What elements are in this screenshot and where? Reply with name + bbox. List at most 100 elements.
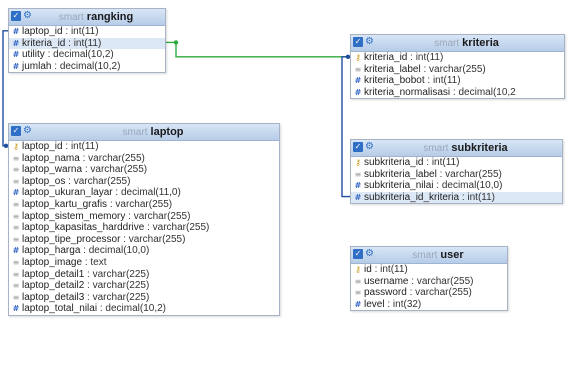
field-type: varchar(255) [73,175,131,187]
table-rangking[interactable]: ✓ ⚙ smart rangking # laptop_id : int(11) # kri… [8,8,166,74]
text-icon: ≡ [354,276,362,286]
field-row[interactable]: # subkriteria_id_kriteria : int(11) [351,191,562,204]
field-name: subkriteria_id_kriteria [364,191,460,203]
num-icon: # [354,192,362,202]
table-header[interactable]: ✓ ⚙ smart user [351,247,507,264]
num-icon: # [12,304,20,314]
num-icon: # [12,61,20,71]
field-type: varchar(255) [133,210,191,222]
table-header[interactable]: ✓ ⚙ smart rangking [9,9,165,26]
table-subkriteria[interactable]: ✓ ⚙ smart subkriteria ⚷ subkriteria_id : int… [350,139,563,205]
field-name: laptop_nama [22,152,80,164]
field-name: laptop_os [22,175,66,187]
database-name: smart [58,12,84,23]
field-row[interactable]: ⚷ id : int(11) [351,264,507,276]
relation-endpoint [173,40,179,45]
field-row[interactable]: ≡ laptop_nama : varchar(255) [9,153,279,165]
field-row[interactable]: ⚷ subkriteria_id : int(11) [351,157,562,169]
field-type: varchar(255) [445,168,502,180]
field-type-sep: : [433,180,442,192]
field-type: varchar(225) [92,268,150,280]
field-name: kriteria_normalisasi [364,86,451,98]
text-icon: ≡ [12,281,20,291]
field-row[interactable]: ≡ laptop_sistem_memory : varchar(255) [9,211,279,223]
field-type-sep: : [120,233,129,245]
field-row[interactable]: # jumlah : decimal(10,2) [9,61,165,73]
table-name: laptop [150,126,184,138]
field-row[interactable]: ≡ laptop_detail1 : varchar(225) [9,269,279,281]
field-type: varchar(255) [90,164,148,176]
field-name: laptop_harga [22,245,81,257]
database-name: smart [122,127,148,138]
field-name: laptop_tipe_processor [22,233,121,245]
field-type-sep: : [423,157,432,168]
field-row[interactable]: ≡ laptop_tipe_processor : varchar(255) [9,234,279,246]
field-row[interactable]: ≡ subkriteria_label : varchar(255) [351,169,562,181]
field-row[interactable]: # laptop_id : int(11) [9,26,165,38]
field-type: varchar(225) [92,291,150,303]
table-laptop[interactable]: ✓ ⚙ smart laptop ⚷ laptop_id : int(11) ≡ lapto… [8,123,280,316]
gear-icon[interactable]: ⚙ [365,249,375,259]
database-name: smart [434,38,460,49]
field-row[interactable]: ≡ laptop_warna : varchar(255) [9,164,279,176]
field-type: decimal(10,2 [458,86,516,98]
field-row[interactable]: ≡ laptop_image : text [9,257,279,269]
database-name: smart [423,143,449,154]
field-row[interactable]: ≡ kriteria_label : varchar(255) [351,64,564,76]
num-icon: # [12,27,20,36]
checkbox-icon[interactable]: ✓ [353,249,363,259]
checkbox-icon[interactable]: ✓ [353,37,363,47]
field-row[interactable]: ≡ laptop_detail2 : varchar(225) [9,280,279,292]
gear-icon[interactable]: ⚙ [365,142,375,152]
field-row[interactable]: # laptop_ukuran_layar : decimal(11,0) [9,187,279,199]
field-row[interactable]: ≡ laptop_os : varchar(255) [9,176,279,188]
field-row[interactable]: # kriteria_id : int(11) [9,37,165,50]
table-kriteria[interactable]: ✓ ⚙ smart kriteria ⚷ kriteria_id : int(11) ≡ k… [350,34,565,100]
field-row[interactable]: # kriteria_bobot : int(11) [351,75,564,87]
text-icon: ≡ [12,292,20,302]
header-icons: ✓ ⚙ [353,249,375,259]
field-row[interactable]: # utility : decimal(10,2) [9,49,165,61]
field-name: kriteria_label [364,63,421,75]
field-type-sep: : [144,222,153,234]
field-row[interactable]: # kriteria_normalisasi : decimal(10,2 [351,87,564,99]
table-header[interactable]: ✓ ⚙ smart subkriteria [351,140,562,157]
field-row[interactable]: ≡ laptop_kapasitas_harddrive : varchar(25… [9,222,279,234]
field-row[interactable]: ≡ laptop_kartu_grafis : varchar(255) [9,199,279,211]
num-icon: # [354,87,362,97]
field-name: laptop_detail3 [22,291,85,303]
field-name: subkriteria_nilai [364,180,434,192]
field-type: int(11) [415,52,444,63]
field-row[interactable]: # laptop_harga : decimal(10,0) [9,245,279,257]
gear-icon[interactable]: ⚙ [23,11,33,21]
field-row[interactable]: ⚷ kriteria_id : int(11) [351,52,564,64]
field-row[interactable]: ≡ username : varchar(255) [351,276,507,288]
checkbox-icon[interactable]: ✓ [11,11,21,21]
field-type-sep: : [407,52,416,63]
field-type: int(11) [432,75,461,87]
field-row[interactable]: ≡ password : varchar(255) [351,287,507,299]
header-icons: ✓ ⚙ [353,37,375,47]
field-row[interactable]: ≡ laptop_detail3 : varchar(225) [9,292,279,304]
field-type-sep: : [51,60,60,72]
field-row[interactable]: ⚷ laptop_id : int(11) [9,141,279,153]
field-row[interactable]: # level : int(32) [351,299,507,311]
text-icon: ≡ [12,176,20,186]
field-type-sep: : [436,168,446,180]
field-row[interactable]: # laptop_total_nilai : decimal(10,2) [9,303,279,315]
checkbox-icon[interactable]: ✓ [11,126,21,136]
table-header[interactable]: ✓ ⚙ smart laptop [9,124,279,141]
table-header[interactable]: ✓ ⚙ smart kriteria [351,35,564,52]
field-name: laptop_id [22,26,63,37]
num-icon: # [354,76,362,86]
text-icon: ≡ [354,64,362,74]
field-type: int(11) [73,37,102,49]
table-user[interactable]: ✓ ⚙ smart user ⚷ id : int(11) ≡ username : var… [350,246,508,312]
field-row[interactable]: # subkriteria_nilai : decimal(10,0) [351,180,562,192]
checkbox-icon[interactable]: ✓ [353,142,363,152]
gear-icon[interactable]: ⚙ [23,126,33,136]
table-title: smart kriteria [351,37,564,49]
gear-icon[interactable]: ⚙ [365,37,375,47]
field-type-sep: : [424,75,433,87]
field-type: varchar(255) [429,63,486,75]
